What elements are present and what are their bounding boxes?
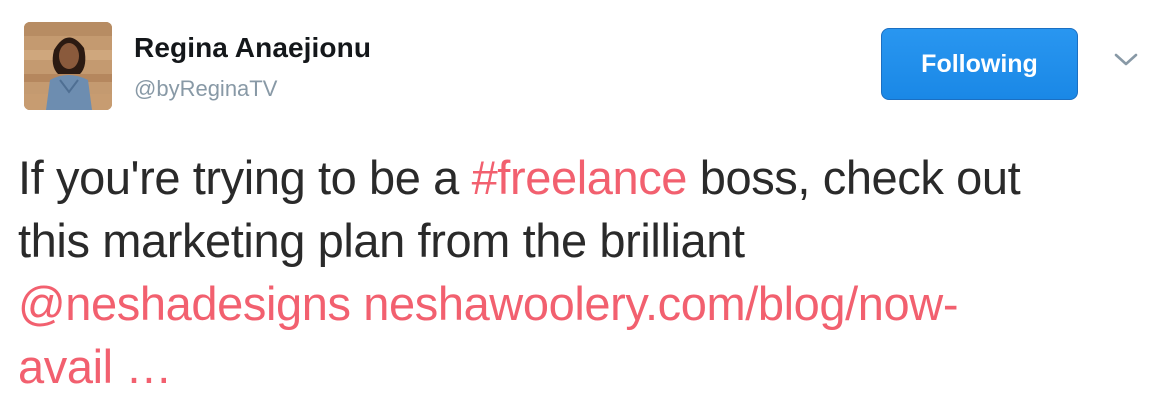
url-link[interactable]: neshawoolery.com/blog/now- bbox=[363, 277, 958, 330]
mention-link[interactable]: @neshadesigns bbox=[18, 277, 351, 330]
tweet-text: If you're trying to be a #freelance boss… bbox=[18, 146, 1148, 398]
author-name[interactable]: Regina Anaejionu bbox=[134, 32, 371, 64]
url-link-continued[interactable]: avail … bbox=[18, 340, 172, 393]
tweet-line-4: avail … bbox=[18, 335, 1148, 398]
tweet-card: Regina Anaejionu @byReginaTV Following I… bbox=[0, 0, 1162, 406]
following-button[interactable]: Following bbox=[881, 28, 1078, 100]
tweet-text-segment: this marketing plan from the brilliant bbox=[18, 214, 745, 267]
tweet-line-3: @neshadesigns neshawoolery.com/blog/now- bbox=[18, 272, 1148, 335]
avatar-photo bbox=[24, 22, 112, 110]
author-handle[interactable]: @byReginaTV bbox=[134, 76, 277, 102]
hashtag-link[interactable]: #freelance bbox=[472, 151, 688, 204]
tweet-line-1: If you're trying to be a #freelance boss… bbox=[18, 146, 1148, 209]
tweet-text-segment: boss, check out bbox=[687, 151, 1021, 204]
chevron-down-icon[interactable] bbox=[1112, 50, 1140, 70]
avatar[interactable] bbox=[24, 22, 112, 110]
tweet-text-segment: If you're trying to be a bbox=[18, 151, 472, 204]
tweet-line-2: this marketing plan from the brilliant bbox=[18, 209, 1148, 272]
